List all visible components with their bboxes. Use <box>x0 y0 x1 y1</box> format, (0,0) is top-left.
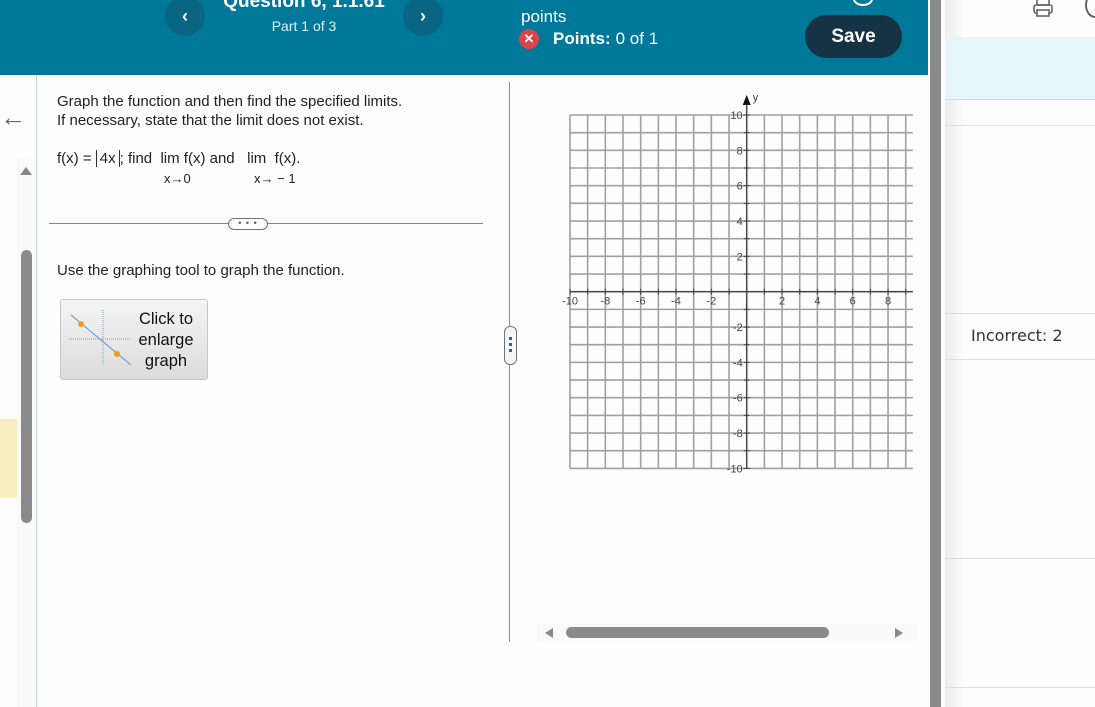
left-scrollbar-thumb[interactable] <box>21 250 32 523</box>
x-tick-label: 8 <box>885 296 891 308</box>
incorrect-count: Incorrect: 2 <box>971 326 1063 345</box>
limit2-subscript: x→ − 1 <box>254 171 296 186</box>
points-status: ✕ Points: 0 of 1 <box>519 29 658 49</box>
question-instructions: Graph the function and then find the spe… <box>57 92 402 130</box>
right-panel-separator <box>945 313 1095 314</box>
x-tick-label: -2 <box>706 296 716 308</box>
scroll-up-icon[interactable] <box>20 167 32 175</box>
line-graph-icon <box>69 310 131 366</box>
enlarge-graph-button[interactable]: Click to enlarge graph <box>60 299 208 380</box>
horizontal-scrollbar-thumb[interactable] <box>566 627 829 638</box>
points-value: 0 of 1 <box>615 29 659 48</box>
x-tick-label: 4 <box>814 296 820 308</box>
x-tick-label: 2 <box>779 296 785 308</box>
x-circle-icon: ✕ <box>519 29 539 49</box>
points-label: Points: <box>553 29 611 48</box>
expand-more-button[interactable]: • • • <box>228 218 268 230</box>
instruction-line-1: Graph the function and then find the spe… <box>57 93 403 110</box>
y-tick-label: -6 <box>733 393 743 405</box>
y-tick-label: -10 <box>727 463 743 475</box>
points-partial-text: points <box>521 7 567 26</box>
printer-icon[interactable] <box>1032 0 1054 18</box>
limit1-subscript: x→0 <box>164 171 191 186</box>
y-tick-label: 6 <box>737 181 743 193</box>
graphing-canvas[interactable]: y -10 -8 -6 -4 -2 2 4 6 8 10 8 6 4 2 -2 -4 -6 -8 -10 <box>555 85 925 485</box>
y-tick-label: 2 <box>737 251 743 263</box>
right-panel-separator <box>945 687 1095 688</box>
y-axis-arrow-icon <box>742 95 751 105</box>
rail-highlight <box>0 419 17 498</box>
question-title: Question 6, 1.1.61 <box>223 0 385 12</box>
save-button[interactable]: Save <box>805 15 902 58</box>
right-panel-separator <box>945 359 1095 360</box>
y-tick-label: 8 <box>737 145 743 157</box>
handle-dot <box>509 343 512 346</box>
graph-tool-instruction: Use the graphing tool to graph the funct… <box>57 262 345 279</box>
right-panel-separator <box>945 558 1095 559</box>
handle-dot <box>509 349 512 352</box>
instruction-line-2: If necessary, state that the limit does … <box>57 112 364 129</box>
right-panel <box>945 0 1095 707</box>
settings-icon[interactable] <box>853 0 873 6</box>
pane-splitter-handle[interactable] <box>504 326 517 365</box>
handle-dot <box>509 337 512 340</box>
main-vertical-scrollbar[interactable] <box>930 0 941 707</box>
y-tick-label: 10 <box>730 110 742 122</box>
right-panel-selected-row[interactable] <box>945 37 1095 100</box>
chevron-left-icon: ‹ <box>182 5 188 26</box>
next-question-button[interactable]: › <box>403 0 443 36</box>
arrow-left-icon[interactable]: ← <box>0 104 26 130</box>
y-tick-label: 4 <box>737 216 743 228</box>
x-tick-label: -8 <box>600 296 610 308</box>
y-axis-label: y <box>753 92 759 104</box>
formula-find: ; find lim f(x) and lim f(x). <box>119 150 301 167</box>
formula-absolute-value: 4x <box>95 150 120 167</box>
graph-horizontal-scrollbar[interactable] <box>537 624 917 642</box>
y-tick-label: -8 <box>733 428 743 440</box>
function-formula: f(x) = 4x; find lim f(x) and lim f(x). x… <box>57 150 301 186</box>
x-tick-label: -4 <box>671 296 681 308</box>
question-header: ‹ Question 6, 1.1.61 Part 1 of 3 › point… <box>0 0 928 75</box>
x-tick-label: 6 <box>850 296 856 308</box>
formula-prefix: f(x) = <box>57 150 96 167</box>
question-part: Part 1 of 3 <box>271 18 337 34</box>
previous-question-button[interactable]: ‹ <box>165 0 205 36</box>
enlarge-graph-label: Click to enlarge graph <box>138 310 194 370</box>
scroll-left-icon[interactable] <box>545 628 553 638</box>
chevron-right-icon: › <box>420 5 426 26</box>
y-tick-label: -2 <box>733 322 743 334</box>
x-tick-label: -10 <box>562 296 578 308</box>
scroll-right-icon[interactable] <box>895 628 903 638</box>
y-tick-label: -4 <box>733 357 743 369</box>
rail-divider <box>36 76 37 707</box>
right-panel-separator <box>945 125 1095 126</box>
x-tick-label: -6 <box>636 296 646 308</box>
